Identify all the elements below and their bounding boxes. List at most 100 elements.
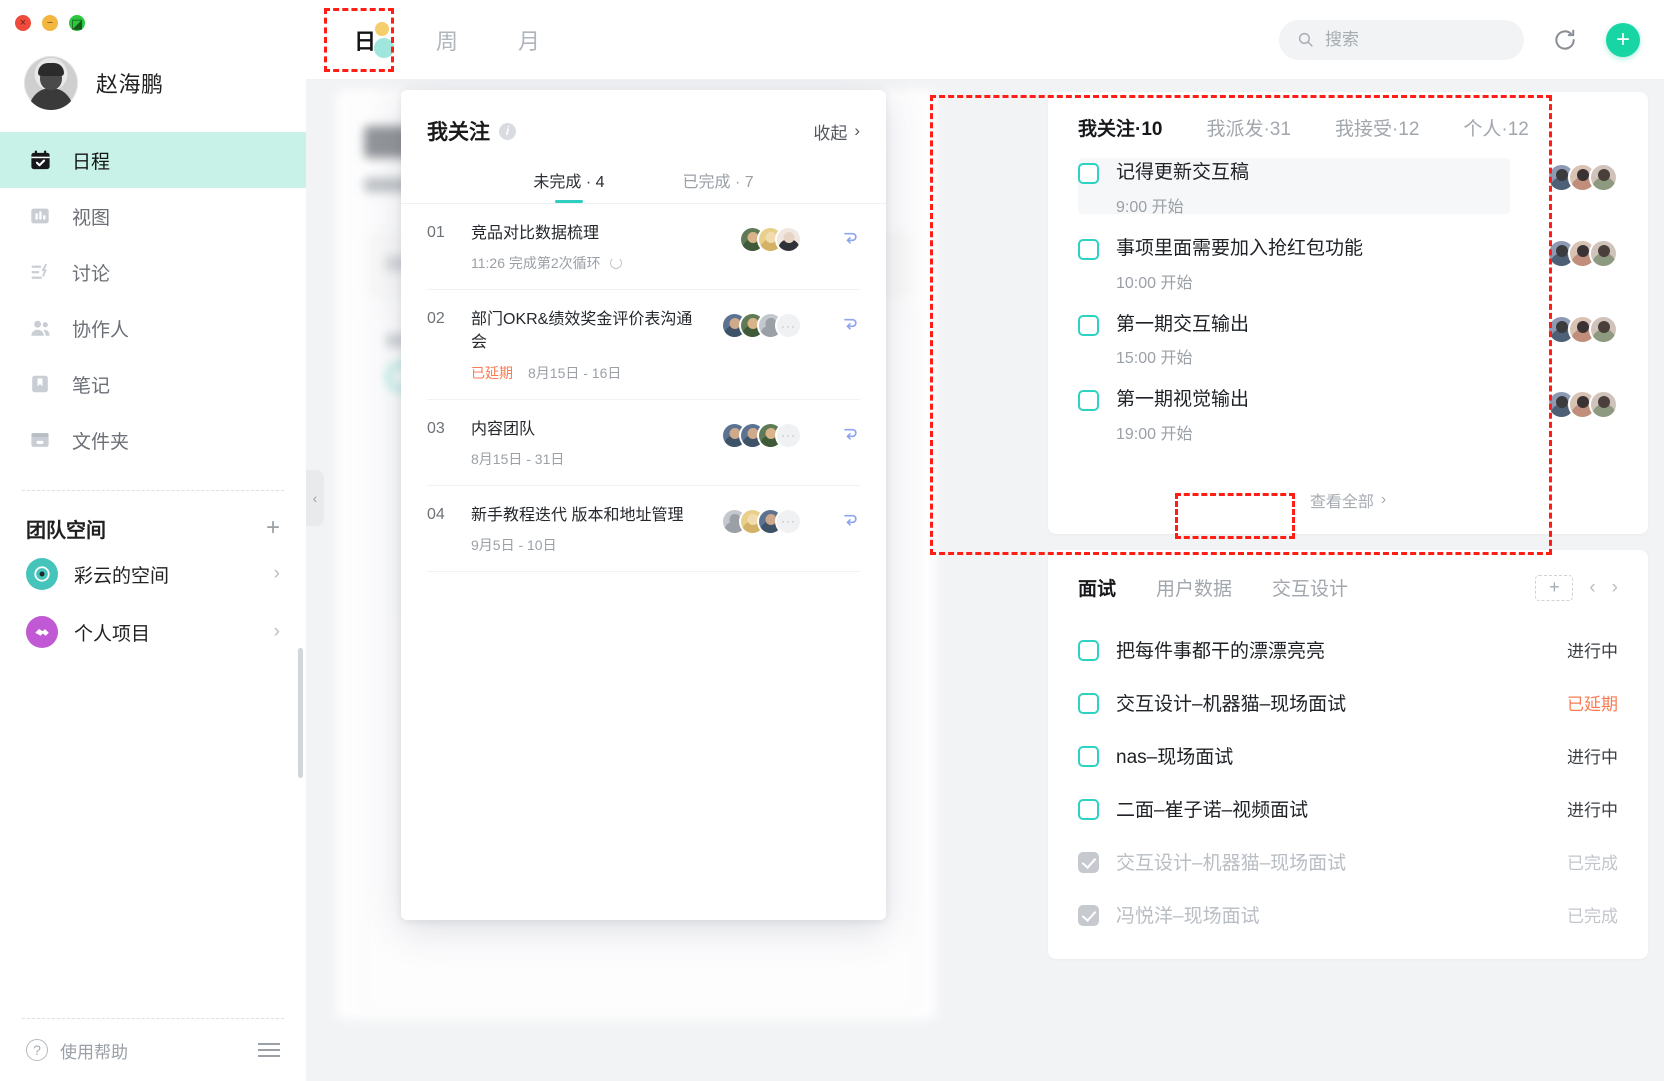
hamburger-icon[interactable] [258,1043,280,1057]
status-badge: 已延期 [1567,695,1618,714]
table-row[interactable]: nas–现场面试 进行中 [1078,729,1618,782]
add-project-tab-button[interactable]: + [1535,574,1574,601]
chart-bars-icon [28,204,52,228]
info-icon[interactable]: i [499,122,516,140]
item-avatars[interactable] [1547,313,1618,344]
row-avatars[interactable] [739,222,802,253]
row-avatars[interactable]: ··· [721,418,802,449]
tab-my-accepted[interactable]: 我接受·12 [1335,114,1419,141]
repeat-icon[interactable] [840,222,860,247]
table-row[interactable]: 03 内容团队 8月15日 - 31日 ··· [427,400,860,486]
space-item-personal[interactable]: 个人项目 › [0,603,306,661]
table-row[interactable]: 04 新手教程迭代 版本和地址管理 9月5日 - 10日 ··· [427,486,860,572]
sidebar-item-discussion[interactable]: 讨论 [0,244,306,300]
checkbox[interactable] [1078,746,1099,767]
table-row[interactable]: 02 部门OKR&绩效奖金评价表沟通会 已延期 8月15日 - 16日 ··· [427,290,860,400]
repeat-icon[interactable] [840,418,860,443]
maximize-icon: ◪ [70,15,84,31]
row-index: 03 [427,419,445,437]
sidebar-item-label: 文件夹 [72,431,130,453]
view-all-button[interactable]: 查看全部 › [1310,488,1386,512]
minimize-window-button[interactable]: − [42,15,58,31]
table-row[interactable]: 二面–崔子诺–视频面试 进行中 [1078,782,1618,835]
table-row[interactable]: 交互设计–机器猫–现场面试 已完成 [1078,835,1618,888]
search-input[interactable] [1325,29,1506,50]
list-item[interactable]: 第一期视觉输出 19:00 开始 [1078,388,1618,464]
list-item[interactable]: 记得更新交互稿 9:00 开始 [1078,161,1618,237]
checkbox[interactable] [1078,314,1099,336]
row-title: 新手教程迭代 版本和地址管理 [471,506,684,524]
checkbox[interactable] [1078,905,1099,926]
search-box[interactable] [1279,19,1524,60]
handshake-icon [26,616,58,648]
checkbox[interactable] [1078,799,1099,820]
row-avatars[interactable]: ··· [721,308,802,340]
chevron-right-icon: › [273,563,280,584]
list-item[interactable]: 事项里面需要加入抢红包功能 10:00 开始 [1078,237,1618,313]
status-badge: 已完成 [1567,907,1618,926]
avatar-more[interactable]: ··· [775,507,802,535]
avatar [24,56,78,110]
avatar-more[interactable]: ··· [775,312,802,340]
checkbox[interactable] [1078,693,1099,714]
table-row[interactable]: 冯悦洋–现场面试 已完成 [1078,888,1618,941]
main-area: 日 周 月 + [306,0,1664,1081]
sidebar-item-schedule[interactable]: 日程 [0,132,306,188]
tab-user-data[interactable]: 用户数据 [1156,574,1232,601]
avatar-more[interactable]: ··· [775,421,802,449]
tab-month[interactable]: 月 [488,14,570,66]
checkbox[interactable] [1078,640,1099,661]
refresh-button[interactable] [1552,27,1578,53]
row-meta-text: 9月5日 - 10日 [471,536,557,553]
tab-interaction-design[interactable]: 交互设计 [1272,574,1348,601]
people-icon [28,316,52,340]
collapse-panel-handle[interactable]: ‹ [306,470,324,526]
sidebar-item-notes[interactable]: 笔记 [0,356,306,412]
tab-week[interactable]: 周 [406,14,488,66]
my-focus-card: 我关注·10 我派发·31 我接受·12 个人·12 记得更新交互稿 9:00 … [1048,92,1648,534]
item-avatars[interactable] [1547,237,1618,268]
table-row[interactable]: 交互设计–机器猫–现场面试 已延期 [1078,676,1618,729]
item-avatars[interactable] [1547,388,1618,420]
help-row[interactable]: ? 使用帮助 [0,1019,306,1081]
close-window-button[interactable]: × [15,15,31,31]
row-avatars[interactable]: ··· [721,504,802,535]
space-label: 个人项目 [74,623,151,645]
tab-incomplete[interactable]: 未完成 · 4 [533,168,604,203]
item-avatars[interactable] [1547,161,1618,192]
row-title: 竞品对比数据梳理 [471,225,600,242]
maximize-window-button[interactable]: ◪ [69,15,85,31]
calendar-check-icon [28,148,52,172]
tab-personal[interactable]: 个人·12 [1463,114,1528,141]
space-item-caiyun[interactable]: 彩云的空间 › [0,545,306,603]
checkbox[interactable] [1078,238,1099,260]
tab-interview[interactable]: 面试 [1078,574,1116,601]
tab-my-dispatched[interactable]: 我派发·31 [1206,114,1290,141]
folder-icon [28,428,52,452]
list-item[interactable]: 第一期交互输出 15:00 开始 [1078,313,1618,389]
checkbox[interactable] [1078,390,1099,412]
row-meta-text: 8月15日 - 16日 [528,364,622,381]
next-button[interactable]: › [1612,577,1618,599]
popover-task-list: 01 竞品对比数据梳理 11:26 完成第2次循环 02 部门OKR&绩效奖金评… [401,204,886,572]
repeat-icon[interactable] [840,308,860,333]
user-profile[interactable]: 赵海鹏 [0,42,306,132]
bookmark-icon [28,372,52,396]
project-card-actions: + ‹ › [1535,574,1618,601]
prev-button[interactable]: ‹ [1589,577,1595,599]
checkbox[interactable] [1078,163,1099,184]
checkbox[interactable] [1078,852,1099,873]
table-row[interactable]: 把每件事都干的漂漂亮亮 进行中 [1078,623,1618,676]
collapse-popover-button[interactable]: 收起 › [813,119,860,144]
sidebar-scrollbar[interactable] [298,648,303,778]
tab-my-focus[interactable]: 我关注·10 [1078,114,1162,141]
repeat-icon[interactable] [840,504,860,529]
sidebar-item-folder[interactable]: 文件夹 [0,412,306,468]
tab-day[interactable]: 日 [324,14,406,66]
sidebar-item-collaborators[interactable]: 协作人 [0,300,306,356]
sidebar-item-view[interactable]: 视图 [0,188,306,244]
add-button[interactable]: + [1606,22,1640,57]
add-team-space-button[interactable]: + [266,516,280,540]
tab-completed[interactable]: 已完成 · 7 [683,168,754,203]
table-row[interactable]: 01 竞品对比数据梳理 11:26 完成第2次循环 [427,204,860,291]
